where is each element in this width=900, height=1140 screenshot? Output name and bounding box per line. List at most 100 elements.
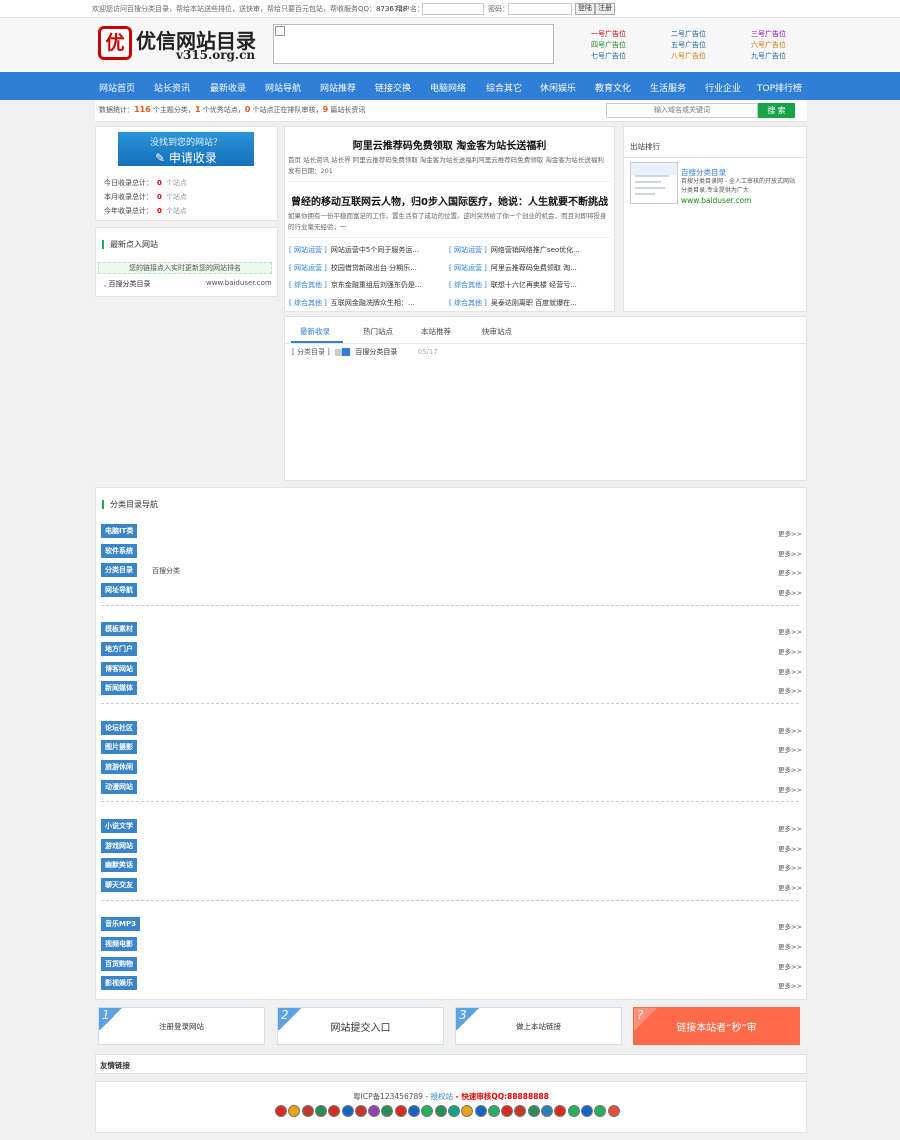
more-link[interactable]: 更多>> <box>778 921 802 931</box>
tab-4[interactable]: 快审站点 <box>482 326 512 337</box>
certification-badge-icon[interactable] <box>314 1105 327 1117</box>
certification-badge-icon[interactable] <box>541 1105 553 1117</box>
nav-item-3[interactable]: 最新收录 <box>210 81 246 94</box>
nav-item-12[interactable]: 行业企业 <box>705 81 741 94</box>
more-link[interactable]: 更多>> <box>778 882 802 892</box>
news-item[interactable]: [ 网站运营 ] 网络营销网络推广seo优化... <box>449 245 580 255</box>
certification-badge-icon[interactable] <box>474 1105 487 1117</box>
ad-slot-1[interactable]: 一号广告位 <box>591 29 626 39</box>
certification-badge-icon[interactable] <box>447 1105 460 1117</box>
certification-badge-icon[interactable] <box>501 1105 514 1117</box>
certification-badge-icon[interactable] <box>354 1105 367 1117</box>
ad-slot-8[interactable]: 八号广告位 <box>671 51 706 61</box>
more-link[interactable]: 更多>> <box>778 666 802 676</box>
recent-site-link[interactable]: , 百搜分类目录 <box>104 279 150 289</box>
more-link[interactable]: 更多>> <box>778 980 802 990</box>
category-tag[interactable]: 聊天交友 <box>101 878 137 892</box>
more-link[interactable]: 更多>> <box>778 862 802 872</box>
news-item[interactable]: [ 综合其他 ] 联想十六亿再卖楼 经营亏... <box>449 280 577 290</box>
more-link[interactable]: 更多>> <box>778 567 802 577</box>
category-tag[interactable]: 论坛社区 <box>101 720 137 735</box>
category-tag[interactable]: 地方门户 <box>101 642 137 656</box>
news-item[interactable]: [ 综合其他 ] 京东金融重组后刘强东仍是... <box>289 280 422 290</box>
tab-3[interactable]: 本站推荐 <box>421 326 451 337</box>
search-input[interactable] <box>606 103 758 118</box>
category-tag[interactable]: 幽默笑话 <box>101 858 137 873</box>
category-tag[interactable]: 动漫网站 <box>101 779 137 794</box>
ad-slot-9[interactable]: 九号广告位 <box>751 51 786 61</box>
news-item[interactable]: [ 网站运营 ] 网站运营中5个同于服务运... <box>289 245 419 255</box>
category-tag[interactable]: 旅游休闲 <box>101 760 137 774</box>
certification-badge-icon[interactable] <box>607 1105 620 1117</box>
more-link[interactable]: 更多>> <box>778 961 802 971</box>
category-tag[interactable]: 影视娱乐 <box>101 976 137 991</box>
news-item[interactable]: [ 综合其他 ] 吴泰达刚离职 百度就爆在... <box>449 298 577 308</box>
step-card-3[interactable]: 3 做上本站链接 <box>455 1007 622 1045</box>
register-button[interactable]: 注册 <box>595 3 615 15</box>
ad-slot-6[interactable]: 六号广告位 <box>751 40 786 50</box>
more-link[interactable]: 更多>> <box>778 528 802 538</box>
certification-badge-icon[interactable] <box>434 1105 447 1117</box>
category-tag[interactable]: 小说文学 <box>101 818 137 833</box>
category-tag[interactable]: 网址导航 <box>101 583 137 598</box>
category-tag[interactable]: 模板素材 <box>101 622 137 637</box>
nav-item-8[interactable]: 综合其它 <box>486 81 522 94</box>
news-item[interactable]: [ 网站运营 ] 校园借贷新政出台 分期乐... <box>289 263 417 273</box>
rank-site-url[interactable]: www.baiduser.com <box>681 196 751 205</box>
more-link[interactable]: 更多>> <box>778 744 802 754</box>
nav-item-7[interactable]: 电脑网络 <box>430 81 466 94</box>
search-button[interactable]: 搜 索 <box>758 103 795 118</box>
more-link[interactable]: 更多>> <box>778 941 802 951</box>
certification-badge-icon[interactable] <box>408 1105 420 1117</box>
tab-2[interactable]: 热门站点 <box>363 326 393 337</box>
nav-item-4[interactable]: 网站导航 <box>265 81 301 94</box>
more-link[interactable]: 更多>> <box>778 725 802 735</box>
nav-item-13[interactable]: TOP排行榜 <box>757 81 802 94</box>
certification-badge-icon[interactable] <box>394 1105 407 1117</box>
news-item[interactable]: [ 网站运营 ] 阿里云推荐码免费领取 淘... <box>449 263 577 273</box>
headline-1[interactable]: 阿里云推荐码免费领取 淘金客为站长送福利 <box>285 137 614 152</box>
category-tag[interactable]: 分类目录 <box>101 563 137 578</box>
certification-badge-icon[interactable] <box>487 1105 500 1117</box>
category-tag[interactable]: 视频电影 <box>101 936 137 951</box>
certification-badge-icon[interactable] <box>580 1105 593 1117</box>
certification-badge-icon[interactable] <box>275 1105 287 1117</box>
nav-item-10[interactable]: 教育文化 <box>595 81 631 94</box>
ad-slot-4[interactable]: 四号广告位 <box>591 40 626 50</box>
banner-image[interactable] <box>273 24 554 64</box>
nav-item-11[interactable]: 生活服务 <box>650 81 686 94</box>
recent-site-url[interactable]: www.baiduser.com <box>206 279 272 287</box>
more-link[interactable]: 更多>> <box>778 548 802 558</box>
category-tag[interactable]: 电脑IT类 <box>101 524 138 538</box>
logo-icon[interactable]: 优 <box>98 26 132 60</box>
ad-slot-7[interactable]: 七号广告位 <box>591 51 626 61</box>
more-link[interactable]: 更多>> <box>778 685 802 695</box>
category-tag[interactable]: 百货购物 <box>101 956 137 971</box>
headline-2[interactable]: 曾经的移动互联网云人物，归0步入国际医疗，她说：人生就要不断挑战 <box>285 193 614 208</box>
certification-badge-icon[interactable] <box>341 1105 354 1117</box>
more-link[interactable]: 更多>> <box>778 646 802 656</box>
certification-badge-icon[interactable] <box>527 1105 540 1117</box>
certification-badge-icon[interactable] <box>567 1105 580 1117</box>
more-link[interactable]: 更多>> <box>778 843 802 853</box>
ad-slot-2[interactable]: 二号广告位 <box>671 29 706 39</box>
login-button[interactable]: 登陆 <box>575 3 595 15</box>
tab-row-site[interactable]: 百搜分类目录 <box>355 348 397 356</box>
footer-auth-link[interactable]: 授权站 <box>431 1092 454 1101</box>
ad-slot-5[interactable]: 五号广告位 <box>671 40 706 50</box>
certification-badge-icon[interactable] <box>301 1105 314 1117</box>
nav-item-9[interactable]: 休闲娱乐 <box>540 81 576 94</box>
category-tag[interactable]: 游戏网站 <box>101 838 137 853</box>
more-link[interactable]: 更多>> <box>778 764 802 774</box>
nav-item-5[interactable]: 网站推荐 <box>320 81 356 94</box>
category-tag[interactable]: 新闻媒体 <box>101 681 137 696</box>
more-link[interactable]: 更多>> <box>778 626 802 636</box>
step-card-2[interactable]: 2 网站提交入口 <box>277 1007 444 1045</box>
subcategory-link[interactable]: 百搜分类 <box>152 566 180 576</box>
step-card-4[interactable]: ? 链接本站者“秒”审 <box>633 1007 800 1045</box>
password-input[interactable] <box>508 3 572 15</box>
ad-slot-3[interactable]: 三号广告位 <box>751 29 786 39</box>
nav-item-6[interactable]: 链接交换 <box>375 81 411 94</box>
nav-item-1[interactable]: 网站首页 <box>99 81 135 94</box>
tab-row-category[interactable]: [ 分类目录 ] <box>292 348 330 356</box>
